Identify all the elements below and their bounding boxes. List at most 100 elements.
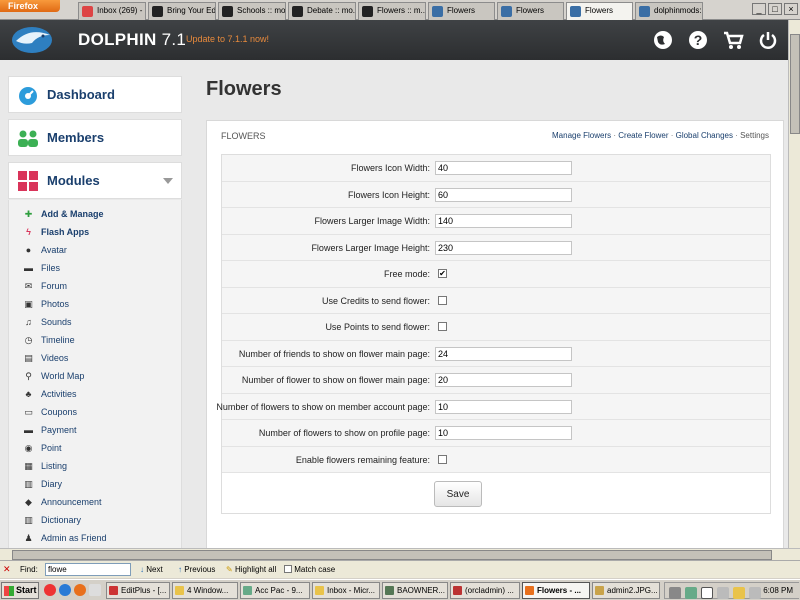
menu-dashboard-label: Dashboard xyxy=(47,87,115,102)
globe-icon[interactable] xyxy=(652,29,674,51)
link-create-flower[interactable]: Create Flower xyxy=(618,131,668,140)
module-item-announcement[interactable]: ◆ Announcement xyxy=(9,493,181,511)
menu-modules[interactable]: Modules xyxy=(8,162,182,199)
module-item-videos[interactable]: ▤ Videos xyxy=(9,349,181,367)
vertical-scrollbar[interactable] xyxy=(788,20,800,548)
taskbar-item[interactable]: admin2.JPG... xyxy=(592,582,660,599)
browser-tab[interactable]: Debate :: mo... xyxy=(288,2,356,20)
taskbar-item[interactable]: Inbox - Micr... xyxy=(312,582,380,599)
browser-tab[interactable]: Flowers xyxy=(566,2,633,20)
menu-dashboard[interactable]: Dashboard xyxy=(8,76,182,113)
module-item-photos[interactable]: ▣ Photos xyxy=(9,295,181,313)
module-item-listing[interactable]: ▦ Listing xyxy=(9,457,181,475)
browser-tab-label: Debate :: mo... xyxy=(307,6,356,15)
browser-tab[interactable]: Inbox (269) - ... xyxy=(78,2,146,20)
favicon-icon xyxy=(639,6,650,17)
find-previous-button[interactable]: ↑ Previous xyxy=(178,565,215,574)
close-icon[interactable]: ✕ xyxy=(3,564,13,574)
taskbar-item[interactable]: Acc Pac - 9... xyxy=(240,582,310,599)
taskbar-item-label: Flowers - ... xyxy=(537,586,582,595)
link-global-changes[interactable]: Global Changes xyxy=(676,131,733,140)
cart-icon[interactable] xyxy=(722,29,744,51)
text-field[interactable]: 140 xyxy=(435,214,572,228)
module-item-world-map[interactable]: ⚲ World Map xyxy=(9,367,181,385)
module-item-timeline[interactable]: ◷ Timeline xyxy=(9,331,181,349)
members-icon xyxy=(18,130,38,147)
minimize-icon[interactable]: _ xyxy=(752,3,766,15)
text-field[interactable]: 20 xyxy=(435,373,572,387)
chrome-icon[interactable] xyxy=(44,584,56,596)
dolphin-logo-icon[interactable] xyxy=(10,25,70,55)
module-item-sounds[interactable]: ♫ Sounds xyxy=(9,313,181,331)
favicon-icon xyxy=(152,6,163,17)
find-input[interactable]: flowe xyxy=(45,563,131,576)
module-item-files[interactable]: ▬ Files xyxy=(9,259,181,277)
match-case-checkbox[interactable]: Match case xyxy=(284,565,335,574)
browser-tab[interactable]: Flowers :: m... xyxy=(358,2,426,20)
text-field[interactable]: 230 xyxy=(435,240,572,255)
ie-icon[interactable] xyxy=(59,584,71,596)
text-field[interactable]: 24 xyxy=(435,346,572,361)
text-field[interactable]: 10 xyxy=(435,426,572,440)
browser-tab[interactable]: Schools :: mo... xyxy=(218,2,286,20)
module-item-forum[interactable]: ✉ Forum xyxy=(9,277,181,295)
speaker-icon[interactable] xyxy=(749,587,761,599)
link-settings[interactable]: Settings xyxy=(740,131,769,140)
find-previous-label: Previous xyxy=(184,565,216,574)
taskbar-item[interactable]: Flowers - ... xyxy=(522,582,590,599)
browser-tab[interactable]: Flowers xyxy=(428,2,495,20)
power-icon[interactable] xyxy=(757,29,779,51)
link-manage-flowers[interactable]: Manage Flowers xyxy=(552,131,611,140)
module-item-diary[interactable]: ▥ Diary xyxy=(9,475,181,493)
text-field[interactable]: 10 xyxy=(435,399,572,414)
update-link[interactable]: Update to 7.1.1 now! xyxy=(186,34,269,44)
module-item-dictionary[interactable]: ▥ Dictionary xyxy=(9,511,181,529)
module-item-label: Files xyxy=(41,263,61,273)
firefox-menu-button[interactable]: Firefox xyxy=(0,0,60,12)
module-item-point[interactable]: ◉ Point xyxy=(9,439,181,457)
desktop-icon[interactable] xyxy=(89,584,101,596)
scrollbar-thumb[interactable] xyxy=(12,550,772,560)
scrollbar-thumb[interactable] xyxy=(790,34,800,134)
module-item-admin-as-friend[interactable]: ♟ Admin as Friend xyxy=(9,529,181,547)
module-item-label: Add & Manage xyxy=(41,209,104,219)
highlight-all-button[interactable]: ✎ Highlight all xyxy=(226,565,276,574)
browser-tab[interactable]: dolphinmods:... xyxy=(635,2,703,20)
form-row: Number of flower to show on flower main … xyxy=(222,367,770,394)
taskbar-item[interactable]: EditPlus - [... xyxy=(106,582,170,599)
text-field[interactable]: 40 xyxy=(435,161,572,175)
close-icon[interactable]: × xyxy=(784,3,798,15)
menu-members[interactable]: Members xyxy=(8,119,182,156)
browser-tab[interactable]: Flowers xyxy=(497,2,564,20)
app-version: 7.1 xyxy=(161,30,187,49)
checkbox[interactable] xyxy=(438,454,447,464)
module-item-add-manage[interactable]: ✚ Add & Manage xyxy=(9,205,181,223)
find-next-button[interactable]: ↓ Next xyxy=(140,565,163,574)
save-button[interactable]: Save xyxy=(434,481,482,507)
checkbox[interactable]: ✔ xyxy=(438,269,447,278)
chevron-down-icon[interactable] xyxy=(163,178,173,184)
checkbox[interactable] xyxy=(438,295,447,305)
module-item-coupons[interactable]: ▭ Coupons xyxy=(9,403,181,421)
tray-icon[interactable] xyxy=(717,587,729,599)
tray-icon[interactable] xyxy=(669,587,681,599)
browser-tab[interactable]: Bring Your Ed... xyxy=(148,2,216,20)
maximize-icon[interactable]: □ xyxy=(768,3,782,15)
start-button[interactable]: Start xyxy=(1,582,39,599)
firefox-icon[interactable] xyxy=(74,584,86,596)
text-field[interactable]: 60 xyxy=(435,187,572,202)
help-icon[interactable]: ? xyxy=(687,29,709,51)
module-item-activities[interactable]: ♣ Activities xyxy=(9,385,181,403)
checkbox[interactable] xyxy=(438,322,447,331)
help-icon[interactable] xyxy=(701,587,713,599)
shield-icon[interactable] xyxy=(733,587,745,599)
checkbox-icon xyxy=(284,565,292,573)
horizontal-scrollbar[interactable] xyxy=(0,548,800,560)
module-item-avatar[interactable]: ● Avatar xyxy=(9,241,181,259)
module-item-flash-apps[interactable]: ϟ Flash Apps xyxy=(9,223,181,241)
module-item-payment[interactable]: ▬ Payment xyxy=(9,421,181,439)
taskbar-item[interactable]: (orcladmin) ... xyxy=(450,582,520,599)
tray-icon[interactable] xyxy=(685,587,697,599)
taskbar-item[interactable]: BAOWNER... xyxy=(382,582,448,599)
taskbar-item[interactable]: 4 Window... xyxy=(172,582,238,599)
